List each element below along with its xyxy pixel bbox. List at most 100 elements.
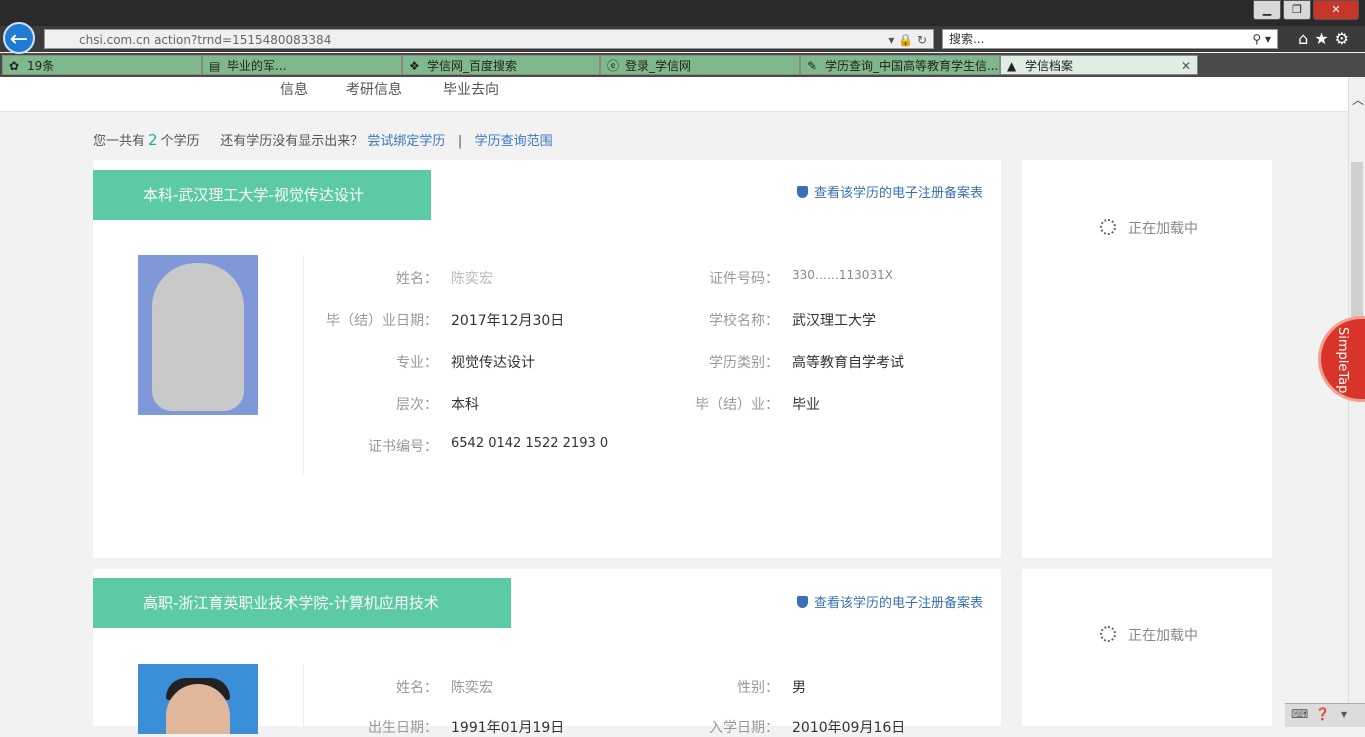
field-label: 证书编号： <box>368 439 438 455</box>
ie-icon: ⓔ <box>607 59 620 73</box>
site-nav: 信息 考研信息 毕业去向 <box>0 77 1348 112</box>
search-input[interactable]: 搜索... ⚲ ▾ <box>942 29 1278 49</box>
field-label: 姓名： <box>396 271 438 287</box>
gear-icon[interactable]: ⚙ <box>1335 29 1355 48</box>
address-field[interactable]: chsi.com.cn action?trnd=1515480083384 ▾ … <box>44 29 934 49</box>
record-side-panel-1: 正在加载中 <box>1022 160 1272 558</box>
shield-icon <box>796 186 808 198</box>
restore-button[interactable]: ❐ <box>1283 0 1311 20</box>
field-value-name: 陈奕宏 <box>451 271 493 287</box>
summary-separator: | <box>457 134 463 149</box>
field-label: 姓名： <box>396 680 438 696</box>
scroll-up-icon[interactable]: ︿ <box>1352 91 1364 108</box>
tab-label: 学信网_百度搜索 <box>427 59 518 73</box>
query-scope-link[interactable]: 学历查询范围 <box>475 134 553 149</box>
search-icon[interactable]: ⚲ ▾ <box>1252 30 1271 48</box>
close-button[interactable]: ✕ <box>1313 0 1359 20</box>
tab-label: 学信档案 <box>1025 59 1074 73</box>
nav-item-graduation[interactable]: 毕业去向 <box>443 79 499 99</box>
field-value-major: 视觉传达设计 <box>451 355 535 371</box>
leaf-icon: ✿ <box>9 59 20 73</box>
tab-3[interactable]: ❖ 学信网_百度搜索 <box>402 55 600 75</box>
search-placeholder: 搜索... <box>949 32 985 46</box>
student-photo <box>138 664 258 734</box>
keyboard-icon[interactable]: ⌨ <box>1291 707 1308 721</box>
url-text: chsi.com.cn action?trnd=1515480083384 <box>79 33 332 47</box>
loading-indicator: 正在加载中 <box>1100 625 1198 645</box>
pen-icon: ✎ <box>807 59 818 73</box>
expand-icon[interactable]: ▾ <box>1341 707 1347 721</box>
tab-2[interactable]: ▤ 毕业的军... <box>202 55 402 75</box>
field-value-grad-date: 2017年12月30日 <box>451 313 565 329</box>
loading-text: 正在加载中 <box>1128 221 1198 237</box>
tab-4[interactable]: ⓔ 登录_学信网 <box>600 55 800 75</box>
tab-label: 毕业的军... <box>227 59 287 73</box>
record-count: 2 <box>148 131 158 149</box>
loading-text: 正在加载中 <box>1128 628 1198 644</box>
hat-icon: ▲ <box>1007 59 1017 73</box>
field-value-status: 毕业 <box>792 397 820 413</box>
browser-toolbar-icons: ⌂★⚙ <box>1298 29 1355 48</box>
simpletap-button[interactable]: SimpleTap <box>1318 316 1365 402</box>
window-title-bar: ▁ ❐ ✕ <box>0 0 1365 26</box>
close-tab-icon[interactable]: ✕ <box>1181 56 1191 74</box>
record-summary: 您一共有 2 个学历 还有学历没有显示出来？ 尝试绑定学历 | 学历查询范围 <box>93 130 553 149</box>
tab-6-active[interactable]: ▲ 学信档案 ✕ <box>1000 55 1198 75</box>
tab-strip: ✿ 19条 ▤ 毕业的军... ❖ 学信网_百度搜索 ⓔ 登录_学信网 ✎ 学历… <box>0 53 1365 77</box>
tab-1[interactable]: ✿ 19条 <box>2 55 202 75</box>
star-icon[interactable]: ★ <box>1314 29 1334 48</box>
nav-item-kaoyan[interactable]: 考研信息 <box>346 79 402 99</box>
simpletap-label: SimpleTap <box>1335 327 1350 394</box>
field-value-gender: 男 <box>792 680 806 696</box>
status-bar-corner: ⌨ ❓ ▾ <box>1285 703 1365 727</box>
nav-item-info[interactable]: 信息 <box>280 79 308 99</box>
divider <box>303 664 304 734</box>
summary-prefix: 您一共有 <box>93 134 146 149</box>
paw-icon: ❖ <box>409 59 420 73</box>
help-icon[interactable]: ❓ <box>1315 707 1330 721</box>
verify-link-text: 查看该学历的电子注册备案表 <box>813 596 983 611</box>
back-arrow-icon: ← <box>9 27 29 52</box>
record-title: 本科-武汉理工大学-视觉传达设计 <box>93 170 431 220</box>
field-label: 学校名称： <box>709 313 779 329</box>
tab-5[interactable]: ✎ 学历查询_中国高等教育学生信... <box>800 55 1000 75</box>
field-label: 证件号码： <box>709 271 779 287</box>
field-label: 层次： <box>396 397 438 413</box>
tab-label: 19条 <box>27 59 55 73</box>
field-value-cert-no: 6542 0142 1522 2193 0 <box>451 436 609 451</box>
verify-link-text: 查看该学历的电子注册备案表 <box>813 186 983 201</box>
verify-record-link[interactable]: 查看该学历的电子注册备案表 <box>796 592 983 611</box>
field-label: 学历类别： <box>709 355 779 371</box>
tab-label: 登录_学信网 <box>625 59 692 73</box>
student-photo <box>138 255 258 415</box>
lock-refresh-icons[interactable]: ▾ 🔒 ↻ <box>888 30 927 50</box>
field-value-birth: 1991年01月19日 <box>451 720 565 736</box>
record-card-2: 高职-浙江育英职业技术学院-计算机应用技术 查看该学历的电子注册备案表 姓名： … <box>93 569 1001 736</box>
field-label: 入学日期： <box>709 720 779 736</box>
field-value-id: 330……113031X <box>792 268 893 282</box>
home-icon[interactable]: ⌂ <box>1298 29 1314 48</box>
field-label: 毕（结）业日期： <box>326 313 438 329</box>
field-value-category: 高等教育自学考试 <box>792 355 904 371</box>
spinner-icon <box>1100 626 1116 642</box>
record-title: 高职-浙江育英职业技术学院-计算机应用技术 <box>93 578 511 628</box>
shield-icon <box>796 596 808 608</box>
minimize-button[interactable]: ▁ <box>1253 0 1281 20</box>
summary-question: 还有学历没有显示出来？ <box>220 134 364 149</box>
window-controls: ▁ ❐ ✕ <box>1251 0 1359 20</box>
record-side-panel-2: 正在加载中 <box>1022 569 1272 726</box>
verify-record-link[interactable]: 查看该学历的电子注册备案表 <box>796 182 983 201</box>
field-label: 毕（结）业： <box>695 397 779 413</box>
spinner-icon <box>1100 219 1116 235</box>
field-label: 出生日期： <box>368 720 438 736</box>
bind-record-link[interactable]: 尝试绑定学历 <box>367 134 445 149</box>
record-card-1: 本科-武汉理工大学-视觉传达设计 查看该学历的电子注册备案表 姓名： 陈奕宏 证… <box>93 160 1001 558</box>
field-value-name: 陈奕宏 <box>451 680 493 696</box>
back-button[interactable]: ← <box>3 22 35 54</box>
field-value-school: 武汉理工大学 <box>792 313 876 329</box>
page-icon: ▤ <box>209 59 221 73</box>
tab-label: 学历查询_中国高等教育学生信... <box>825 59 999 73</box>
field-value-level: 本科 <box>451 397 479 413</box>
divider <box>303 255 304 475</box>
summary-suffix: 个学历 <box>160 134 200 149</box>
